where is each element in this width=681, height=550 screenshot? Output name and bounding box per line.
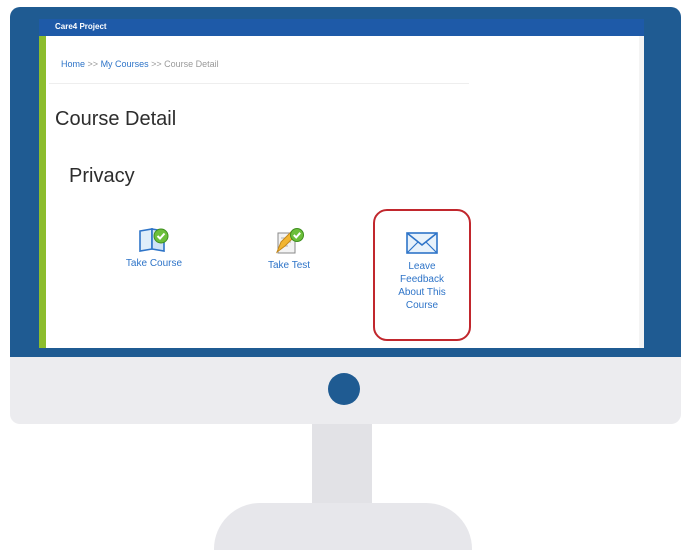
feedback-label-line: Feedback — [400, 274, 444, 285]
feedback-label-line: About This — [398, 287, 446, 298]
screen-edge — [639, 36, 644, 348]
breadcrumb-divider — [49, 83, 469, 84]
power-button-icon — [328, 373, 360, 405]
monitor-stand-neck — [312, 424, 372, 506]
breadcrumb-current: Course Detail — [164, 59, 219, 69]
page-title: Course Detail — [55, 108, 177, 130]
breadcrumb: Home >> My Courses >> Course Detail — [61, 59, 219, 69]
leave-feedback-button[interactable]: Leave Feedback About This Course — [373, 209, 471, 341]
take-test-label: Take Test — [267, 260, 311, 271]
book-check-icon — [139, 228, 169, 252]
course-name-heading: Privacy — [69, 165, 135, 187]
take-course-label: Take Course — [125, 258, 183, 269]
app-title: Care4 Project — [55, 22, 107, 31]
app-header: Care4 Project — [39, 19, 644, 36]
take-course-button[interactable]: Take Course — [109, 225, 199, 269]
monitor-illustration: Care4 Project Home >> My Courses >> Cour… — [0, 0, 681, 550]
accent-sidebar — [39, 36, 46, 348]
app-screen: Care4 Project Home >> My Courses >> Cour… — [39, 19, 644, 348]
envelope-icon — [406, 232, 438, 254]
breadcrumb-separator: >> — [87, 59, 99, 69]
breadcrumb-separator: >> — [151, 59, 162, 69]
breadcrumb-my-courses-link[interactable]: My Courses — [101, 59, 149, 69]
monitor-stand-base — [214, 503, 472, 550]
take-test-button[interactable]: Take Test — [245, 225, 333, 271]
breadcrumb-home-link[interactable]: Home — [61, 59, 85, 69]
pencil-check-icon — [275, 228, 304, 254]
feedback-label-line: Leave — [408, 261, 436, 272]
feedback-label-line: Course — [405, 300, 439, 311]
